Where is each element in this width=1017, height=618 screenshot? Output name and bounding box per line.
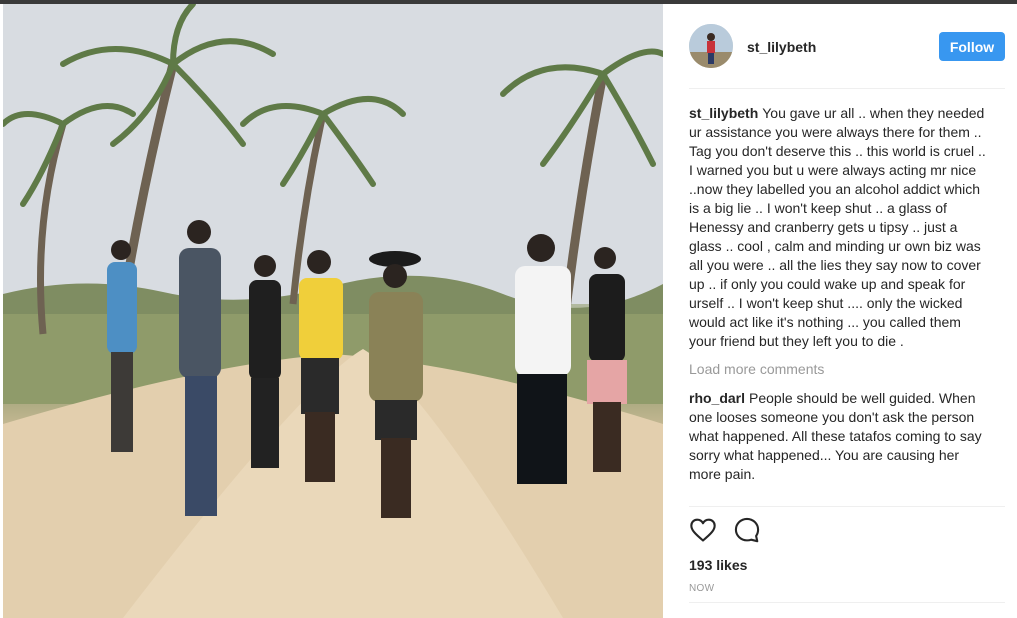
heart-icon[interactable] [689,516,717,549]
comments-section: st_lilybeth You gave ur all .. when they … [689,104,989,493]
caption-username[interactable]: st_lilybeth [689,105,758,121]
avatar-image [689,24,733,68]
caption: st_lilybeth You gave ur all .. when they … [689,104,989,351]
post-photo[interactable] [3,4,663,618]
comments-divider [689,506,1005,507]
load-more-comments-link[interactable]: Load more comments [689,360,989,379]
comment-bubble-icon[interactable] [733,516,761,549]
follow-button[interactable]: Follow [939,32,1005,61]
caption-text: You gave ur all .. when they needed ur a… [689,105,986,349]
post-header: st_lilybeth Follow [689,24,1005,70]
comment-username[interactable]: rho_darl [689,390,745,406]
beach-group-photo [3,4,663,618]
likes-count[interactable]: 193 likes [689,557,747,573]
author-avatar[interactable] [689,24,733,68]
author-username[interactable]: st_lilybeth [747,39,816,55]
post-timestamp: NOW [689,583,715,594]
post-side-panel: st_lilybeth Follow st_lilybeth You gave u… [663,4,1017,618]
comment-item: rho_darl People should be well guided. Wh… [689,389,989,484]
footer-divider [689,602,1005,603]
header-divider [689,88,1005,89]
